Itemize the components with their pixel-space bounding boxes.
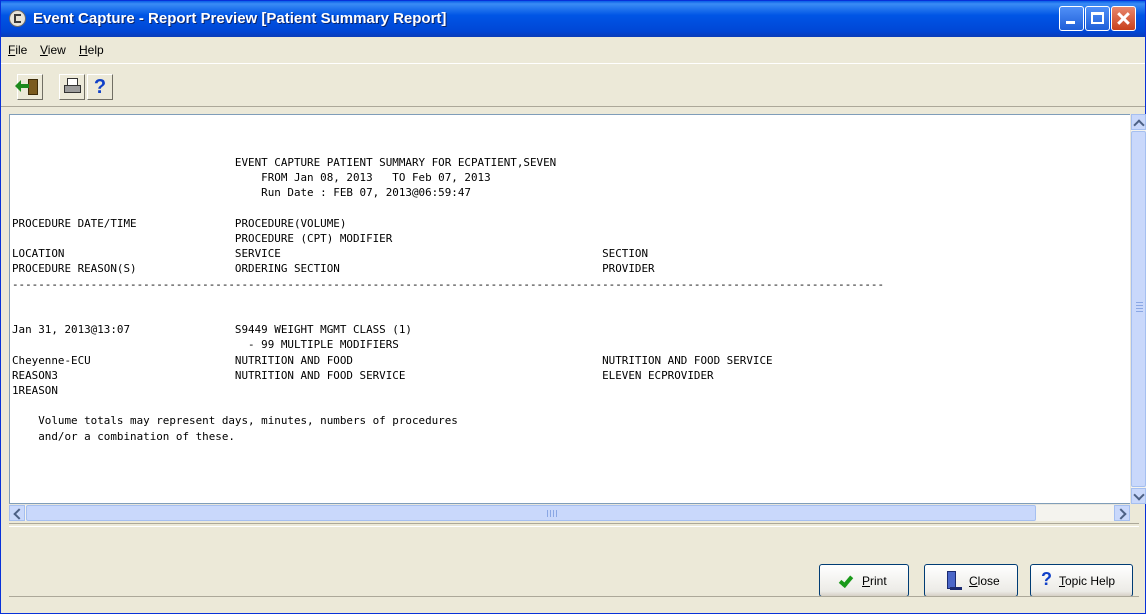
scroll-left-button[interactable] [9, 505, 25, 521]
thumb-grip [553, 510, 554, 517]
window-title: Event Capture - Report Preview [Patient … [33, 10, 447, 27]
report-preview-area[interactable]: EVENT CAPTURE PATIENT SUMMARY FOR ECPATI… [9, 114, 1133, 504]
checkmark-icon [838, 572, 854, 589]
report-line: EVENT CAPTURE PATIENT SUMMARY FOR ECPATI… [12, 156, 557, 169]
report-line: Run Date : FEB 07, 2013@06:59:47 [12, 186, 471, 200]
report-line: PROCEDURE DATE/TIME PROCEDURE(VOLUME) [12, 216, 347, 230]
report-preview-window: Event Capture - Report Preview [Patient … [0, 0, 1146, 614]
thumb-grip [1136, 308, 1143, 309]
maximize-icon [1091, 12, 1104, 24]
topic-help-button-label: Topic Help [1059, 574, 1115, 588]
report-line: and/or a combination of these. [12, 429, 235, 443]
chevron-down-icon [1133, 489, 1145, 501]
title-bar[interactable]: Event Capture - Report Preview [Patient … [1, 1, 1145, 37]
chevron-left-icon [13, 508, 25, 520]
close-button[interactable]: Close [924, 564, 1018, 597]
thumb-grip [547, 510, 548, 517]
report-line: FROM Jan 08, 2013 TO Feb 07, 2013 [12, 171, 491, 185]
toolbar: ? [1, 63, 1145, 107]
report-line: Cheyenne-ECU NUTRITION AND FOOD NUTRITIO… [12, 353, 773, 367]
vertical-scroll-thumb[interactable] [1131, 131, 1146, 487]
close-icon [1112, 7, 1135, 30]
thumb-grip [556, 510, 557, 517]
scroll-right-button[interactable] [1114, 505, 1130, 521]
close-label-text: lose [977, 574, 1000, 588]
report-line: ----------------------------------------… [12, 277, 885, 291]
help-toolbar-button[interactable]: ? [87, 74, 113, 100]
report-line: 1REASON [12, 384, 58, 398]
thumb-grip [550, 510, 551, 517]
menu-help-mnemonic: H [79, 43, 88, 57]
report-line: REASON3 NUTRITION AND FOOD SERVICE ELEVE… [12, 368, 714, 382]
menu-view-label: iew [47, 43, 66, 57]
print-mnemonic: P [862, 574, 871, 588]
help-icon: ? [93, 76, 107, 98]
door-icon [947, 571, 962, 590]
exit-icon [28, 79, 38, 95]
print-toolbar-button[interactable] [59, 74, 85, 100]
report-line: PROCEDURE REASON(S) ORDERING SECTION PRO… [12, 262, 655, 276]
report-line: Volume totals may represent days, minute… [12, 414, 458, 428]
minimize-icon [1066, 21, 1075, 24]
minimize-button[interactable] [1059, 6, 1084, 31]
maximize-button[interactable] [1085, 6, 1110, 31]
report-line: LOCATION SERVICE SECTION [12, 247, 649, 261]
exit-button[interactable] [15, 74, 43, 100]
horizontal-scroll-thumb[interactable] [26, 505, 1036, 521]
scroll-down-button[interactable] [1131, 488, 1146, 504]
chevron-up-icon [1133, 119, 1145, 131]
report-line: - 99 MULTIPLE MODIFIERS [12, 338, 399, 352]
topic-help-button[interactable]: ? Topic Help [1030, 564, 1133, 597]
chevron-right-icon [1115, 508, 1127, 520]
print-button-label: Print [862, 574, 887, 588]
print-label-text: rint [870, 574, 887, 588]
printer-icon [64, 85, 81, 93]
status-bar [9, 596, 1139, 613]
close-mnemonic: C [969, 574, 978, 588]
exit-arrow-icon [15, 80, 29, 92]
app-icon[interactable] [9, 10, 26, 27]
menu-help-label: elp [87, 43, 104, 57]
thumb-grip [1136, 311, 1143, 312]
question-icon: ? [1041, 569, 1052, 589]
close-window-button[interactable] [1111, 6, 1136, 31]
menu-bar: File View Help [1, 39, 1145, 61]
topic-help-label-text: opic Help [1065, 574, 1116, 588]
menu-file[interactable]: File [8, 43, 27, 57]
horizontal-scrollbar[interactable] [9, 504, 1130, 521]
vertical-scrollbar[interactable] [1130, 114, 1146, 504]
thumb-grip [1136, 305, 1143, 306]
scroll-up-button[interactable] [1131, 114, 1146, 131]
report-line: PROCEDURE (CPT) MODIFIER [12, 232, 393, 246]
menu-view[interactable]: View [40, 43, 66, 57]
menu-file-label: ile [15, 43, 28, 57]
menu-help[interactable]: Help [79, 43, 104, 57]
report-line: Jan 31, 2013@13:07 S9449 WEIGHT MGMT CLA… [12, 323, 412, 337]
close-button-label: Close [969, 574, 1000, 588]
menu-view-mnemonic: V [40, 43, 48, 57]
print-button[interactable]: Print [819, 564, 909, 597]
divider [9, 523, 1139, 527]
report-text: EVENT CAPTURE PATIENT SUMMARY FOR ECPATI… [12, 155, 884, 444]
thumb-grip [1136, 302, 1143, 303]
